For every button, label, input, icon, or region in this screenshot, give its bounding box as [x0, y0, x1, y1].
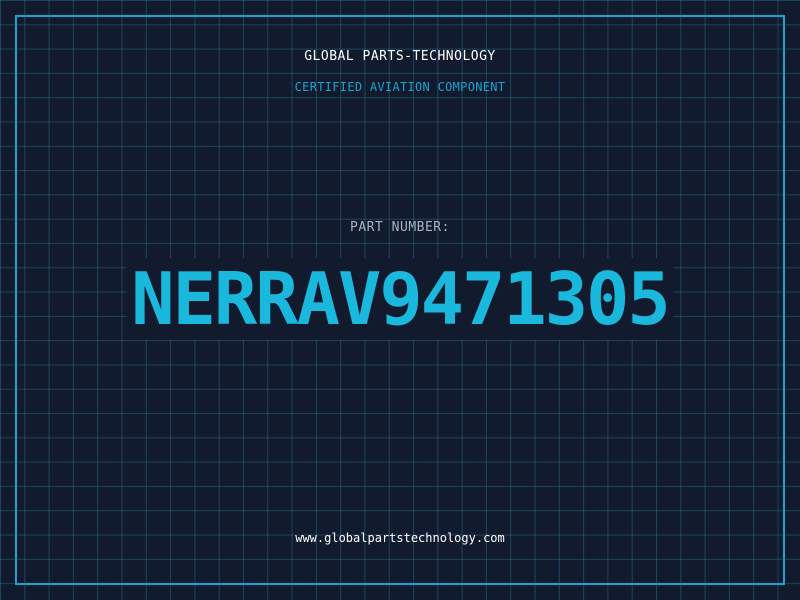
part-number-value: NERRAV9471305 — [127, 258, 673, 340]
company-name: GLOBAL PARTS-TECHNOLOGY — [304, 49, 496, 64]
certification-subtitle: CERTIFIED AVIATION COMPONENT — [294, 80, 506, 94]
part-number-label: PART NUMBER: — [350, 220, 450, 235]
label-card: GLOBAL PARTS-TECHNOLOGY CERTIFIED AVIATI… — [0, 0, 800, 600]
website-url: www.globalpartstechnology.com — [295, 531, 505, 545]
part-number-container: NERRAV9471305 — [0, 258, 800, 340]
